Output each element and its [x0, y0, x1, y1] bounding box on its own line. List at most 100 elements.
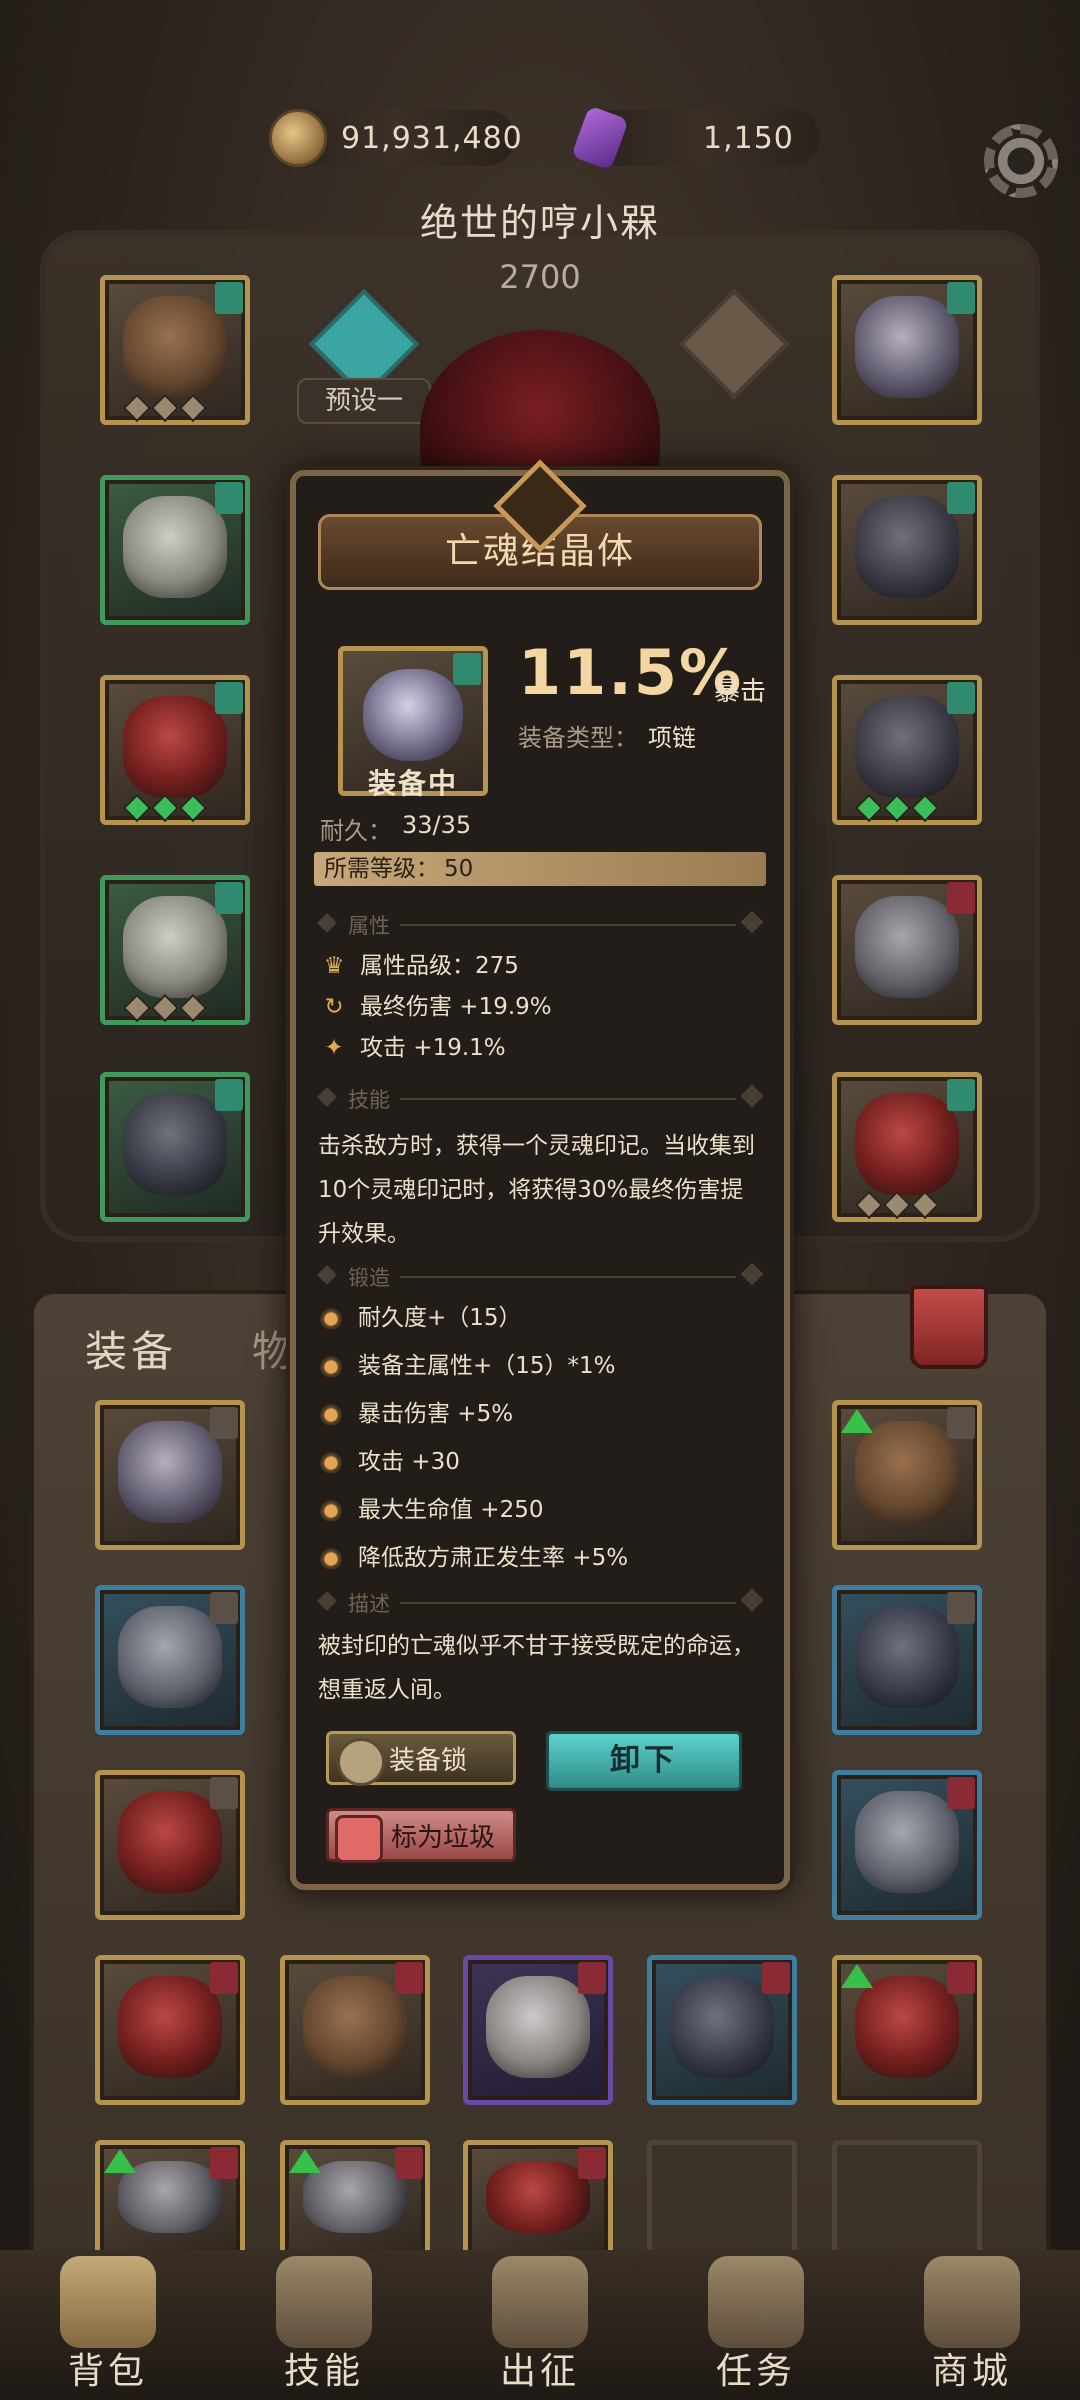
padlock-icon [337, 1738, 385, 1786]
required-level-value: 50 [444, 856, 474, 882]
forge-orb-icon [320, 1355, 342, 1378]
equip-slot-boots[interactable] [100, 1072, 250, 1222]
equip-slot-ring[interactable] [832, 675, 982, 825]
knight-helmet-icon [855, 1791, 959, 1893]
equipped-status: 装备中 [367, 767, 458, 800]
equip-slot-shield[interactable] [832, 1072, 982, 1222]
nav-label: 背包 [67, 2351, 148, 2392]
skull-necklace-icon [118, 1421, 222, 1523]
skull-necklace-icon [855, 296, 959, 398]
lock-icon [947, 1407, 975, 1439]
player-name: 绝世的哼小槑 [419, 201, 660, 245]
lock-icon [210, 1777, 238, 1809]
tier-badge [947, 1777, 975, 1809]
shield-icon [855, 1421, 959, 1523]
equip-slot-armor[interactable] [100, 475, 250, 625]
inventory-item[interactable] [832, 1585, 982, 1735]
durability-value: 33/35 [402, 811, 472, 839]
item-detail-popup: 亡魂结晶体 装备中 11.5% 暴击 装备类型： 项链 耐久： 33/35 所需… [290, 459, 790, 1890]
tier-badge [762, 1962, 790, 1994]
unequip-button[interactable]: 卸下 [546, 1731, 742, 1791]
inventory-item[interactable] [832, 1770, 982, 1920]
forge-row: 装备主属性+（15）*1% [320, 1349, 616, 1383]
tier-badge [947, 282, 975, 314]
required-level-label: 所需等级： [324, 856, 439, 882]
armor-icon [123, 496, 227, 598]
nav-shop[interactable]: 商城 [872, 2250, 1072, 2400]
shop-crest-icon [924, 2256, 1020, 2348]
settings-gear-icon[interactable] [984, 124, 1058, 198]
upgrade-arrow-icon [841, 1409, 873, 1433]
red-helmet-icon [855, 1976, 959, 2078]
pants-icon [486, 1976, 590, 2078]
equip-slot-necklace[interactable] [832, 275, 982, 425]
inventory-item[interactable] [95, 1955, 245, 2105]
forge-row: 最大生命值 +250 [320, 1493, 543, 1527]
equipment-lock-button[interactable]: 装备锁 [326, 1731, 516, 1786]
nav-quests[interactable]: 任务 [656, 2250, 856, 2400]
inventory-empty-slot[interactable] [647, 2140, 797, 2260]
inventory-item[interactable] [95, 2140, 245, 2260]
demon-mask-icon [118, 1791, 222, 1893]
inventory-item[interactable] [280, 2140, 430, 2260]
item-name-banner: 亡魂结晶体 [318, 459, 762, 590]
socket-gems [122, 793, 208, 823]
tier-badge [215, 282, 243, 314]
nav-label: 任务 [715, 2351, 796, 2392]
mark-junk-button[interactable]: 标为垃圾 [326, 1808, 516, 1863]
inventory-item[interactable] [95, 1585, 245, 1735]
ring-icon [855, 696, 959, 798]
tier-badge [947, 1962, 975, 1994]
durability-label: 耐久： [320, 817, 392, 845]
inventory-empty-slot[interactable] [832, 2140, 982, 2260]
gold-coin-icon [269, 109, 327, 167]
tier-badge [215, 882, 243, 914]
forge-row: 降低敌方肃正发生率 +5% [320, 1541, 628, 1575]
equip-type-value: 项链 [648, 724, 696, 752]
lock-icon [947, 1592, 975, 1624]
forge-orb-icon [320, 1499, 342, 1522]
tier-badge [947, 682, 975, 714]
preset-button[interactable]: 预设一 [297, 378, 431, 424]
inventory-item[interactable] [280, 1955, 430, 2105]
quality-crest-icon: ♛ [323, 953, 345, 979]
inventory-item[interactable] [832, 1955, 982, 2105]
equip-slot-gloves[interactable] [100, 675, 250, 825]
pants-icon [123, 896, 227, 998]
equip-slot-chain[interactable] [832, 475, 982, 625]
tier-badge [215, 1079, 243, 1111]
inventory-item[interactable] [832, 1400, 982, 1550]
section-diamond-icon [317, 1591, 337, 1611]
tab-equipment[interactable]: 装备 [85, 1318, 177, 1379]
main-stat-value: 11.5% [518, 636, 744, 709]
equip-slot-pants[interactable] [100, 875, 250, 1025]
socket-gems [854, 793, 940, 823]
bracer-icon [118, 1606, 222, 1708]
nav-skills[interactable]: 技能 [224, 2250, 424, 2400]
section-diamond-icon [317, 913, 337, 933]
inventory-item[interactable] [95, 1770, 245, 1920]
nav-label: 技能 [283, 2351, 364, 2392]
section-diamond-icon [317, 1087, 337, 1107]
inventory-item[interactable] [463, 1955, 613, 2105]
axe-weapon-icon [855, 896, 959, 998]
inventory-item[interactable] [463, 2140, 613, 2260]
inventory-item[interactable] [95, 1400, 245, 1550]
forge-orb-icon [320, 1307, 342, 1330]
tier-badge [453, 653, 481, 685]
chain-icon [855, 496, 959, 598]
trash-icon[interactable] [910, 1285, 988, 1369]
shield-icon [855, 1093, 959, 1195]
skill-description: 击杀敌方时，获得一个灵魂印记。当收集到10个灵魂印记时，将获得30%最终伤害提升… [318, 1133, 755, 1247]
forge-row: 耐久度+（15） [320, 1301, 522, 1335]
nav-label: 出征 [499, 2351, 580, 2392]
nav-battle[interactable]: 出征 [440, 2250, 640, 2400]
equip-slot-weapon[interactable] [832, 875, 982, 1025]
nav-backpack[interactable]: 背包 [8, 2250, 208, 2400]
tier-badge [210, 2147, 238, 2179]
bottom-nav: 背包 技能 出征 任务 商城 [0, 2250, 1080, 2400]
forge-orb-icon [320, 1451, 342, 1474]
boots-icon [855, 1606, 959, 1708]
equip-slot-helmet[interactable] [100, 275, 250, 425]
inventory-item[interactable] [647, 1955, 797, 2105]
